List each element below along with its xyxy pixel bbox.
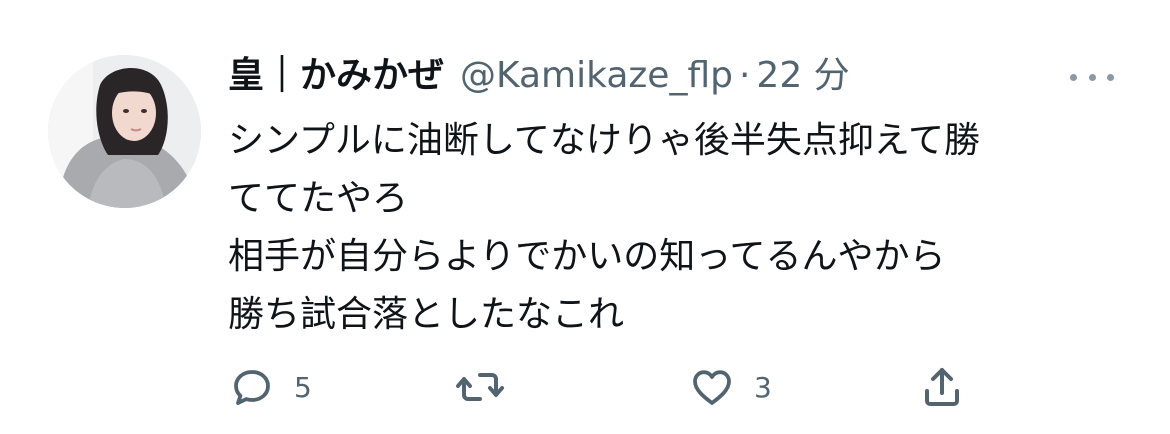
tweet-text-line: 勝ち試合落としたなこれ (228, 294, 625, 335)
user-handle[interactable]: @Kamikaze_flp (460, 48, 733, 104)
tweet-text-line: シンプルに油断してなけりゃ後半失点抑えて勝 (228, 120, 981, 161)
avatar[interactable] (48, 55, 201, 208)
tweet[interactable]: 皇｜かみかぜ @Kamikaze_flp · 22 分 シンプルに油断してなけり… (0, 0, 1170, 434)
display-name[interactable]: 皇｜かみかぜ (228, 48, 444, 104)
more-dot (1088, 73, 1096, 81)
separator-dot: · (738, 55, 751, 96)
heart-icon (693, 370, 731, 405)
share-button[interactable] (918, 360, 966, 414)
tweet-header: 皇｜かみかぜ @Kamikaze_flp · 22 分 (228, 48, 850, 104)
avatar-image (48, 55, 201, 208)
tweet-text-line: 相手が自分らよりでかいの知ってるんやから (228, 236, 946, 277)
tweet-text: シンプルに油断してなけりゃ後半失点抑えて勝 ててたやろ 相手が自分らよりでかいの… (228, 112, 1128, 344)
action-bar: 5 3 (228, 360, 988, 414)
tweet-text-line: ててたやろ (228, 178, 409, 219)
like-button[interactable]: 3 (688, 360, 772, 414)
more-icon[interactable] (1070, 62, 1114, 92)
timestamp[interactable]: 22 分 (756, 48, 849, 104)
reply-button[interactable]: 5 (228, 360, 312, 414)
share-icon (925, 368, 959, 406)
retweet-button[interactable] (454, 360, 524, 414)
like-count: 3 (754, 370, 772, 404)
retweet-icon (456, 373, 504, 401)
reply-icon (234, 370, 270, 405)
more-dot (1107, 73, 1114, 81)
more-dot (1070, 73, 1077, 81)
reply-count: 5 (294, 370, 312, 404)
